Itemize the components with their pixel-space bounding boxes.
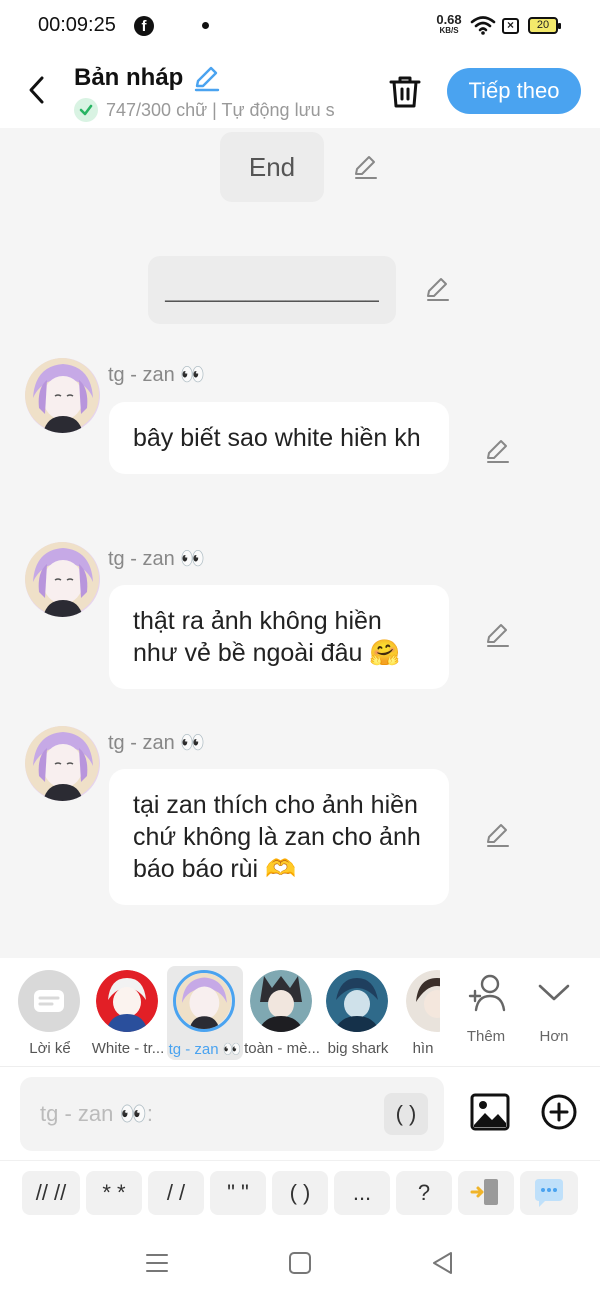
no-sim-icon: × <box>502 18 519 34</box>
word-count-status: 747/300 chữ | Tự động lưu s <box>106 100 335 120</box>
device-transfer-button[interactable] <box>458 1171 514 1215</box>
add-icon[interactable] <box>540 1093 578 1131</box>
trash-icon[interactable] <box>386 72 424 110</box>
header: Bản nháp 747/300 chữ | Tự động lưu s Tiế… <box>0 54 600 128</box>
message-bubble[interactable]: tại zan thích cho ảnh hiền chứ không là … <box>109 769 449 905</box>
character-label: White - tr... <box>91 1040 165 1057</box>
add-person-icon <box>468 974 506 1012</box>
character-label: toàn - mè... <box>244 1040 320 1057</box>
character-bar: Lời kể White - tr... tg - zan 👀 toàn - m… <box>0 958 600 1066</box>
message-input-placeholder: tg - zan 👀: <box>40 1101 153 1126</box>
back-button[interactable] <box>22 70 52 110</box>
device-transfer-icon <box>470 1179 498 1205</box>
next-button[interactable]: Tiếp theo <box>447 68 581 114</box>
avatar <box>326 970 388 1032</box>
shortcut-button[interactable]: ? <box>396 1171 452 1215</box>
shortcut-button[interactable]: ... <box>334 1171 390 1215</box>
page-title: Bản nháp <box>74 64 184 91</box>
avatar <box>250 970 312 1032</box>
shortcut-button[interactable]: " " <box>210 1171 266 1215</box>
menu-icon[interactable] <box>144 1250 170 1276</box>
edit-title-icon[interactable] <box>192 64 220 92</box>
add-character-label: Thêm <box>466 1028 506 1045</box>
parentheses-button[interactable]: ( ) <box>384 1093 428 1135</box>
edit-icon[interactable] <box>484 622 510 648</box>
sender-name: tg - zan 👀 <box>108 732 206 754</box>
character-label: tg - zan 👀 <box>168 1041 242 1058</box>
message-bubble[interactable]: bây biết sao white hiền kh <box>109 402 449 474</box>
avatar <box>96 970 158 1032</box>
status-bar: 00:09:25 f 0.68 KB/S × 20 <box>0 0 600 54</box>
end-bubble[interactable]: End <box>220 132 324 202</box>
edit-icon[interactable] <box>484 438 510 464</box>
system-nav-bar <box>0 1226 600 1300</box>
format-shortcuts: // // * * / / " " ( ) ... ? <box>0 1160 600 1226</box>
avatar <box>406 970 440 1032</box>
character-label: Lời kể <box>29 1040 71 1057</box>
image-icon[interactable] <box>470 1093 510 1131</box>
network-speed: 0.68 KB/S <box>434 12 464 36</box>
back-nav-icon[interactable] <box>430 1250 456 1276</box>
sender-name: tg - zan 👀 <box>108 364 206 386</box>
more-button[interactable]: Hơn <box>522 970 586 1050</box>
character-tg-zan[interactable]: tg - zan 👀 <box>167 966 243 1060</box>
notification-dot-icon <box>202 22 209 29</box>
character-toan[interactable]: toàn - mè... <box>244 966 320 1060</box>
chevron-down-icon <box>538 984 570 1001</box>
edit-icon[interactable] <box>352 154 378 180</box>
battery-icon: 20 <box>528 17 561 34</box>
facebook-icon: f <box>134 16 154 36</box>
shortcut-button[interactable]: ( ) <box>272 1171 328 1215</box>
shortcut-button[interactable]: // // <box>22 1171 80 1215</box>
avatar <box>173 970 235 1032</box>
separator-bubble[interactable]: ________________ <box>148 256 396 324</box>
edit-icon[interactable] <box>484 822 510 848</box>
edit-icon[interactable] <box>424 276 450 302</box>
character-big-shark[interactable]: big shark <box>320 966 396 1060</box>
shortcut-button[interactable]: * * <box>86 1171 142 1215</box>
character-label: big shark <box>327 1040 389 1057</box>
character-narrator[interactable]: Lời kể <box>12 966 88 1060</box>
message-input[interactable]: tg - zan 👀: ( ) <box>20 1077 444 1151</box>
sender-name: tg - zan 👀 <box>108 548 206 570</box>
narrator-icon <box>18 970 80 1032</box>
wifi-icon <box>470 16 496 35</box>
avatar[interactable] <box>25 542 100 617</box>
message-bubble[interactable]: thật ra ảnh không hiền như vẻ bề ngoài đ… <box>109 585 449 689</box>
avatar[interactable] <box>25 358 100 433</box>
shortcut-button[interactable]: / / <box>148 1171 204 1215</box>
character-partial[interactable]: hìn <box>398 966 440 1060</box>
home-icon[interactable] <box>287 1250 313 1276</box>
avatar[interactable] <box>25 726 100 801</box>
more-label: Hơn <box>539 1028 569 1045</box>
character-white[interactable]: White - tr... <box>90 966 166 1060</box>
chat-bubble-icon <box>535 1179 563 1207</box>
network-speed-value: 0.68 <box>436 12 462 27</box>
check-icon <box>74 98 98 122</box>
add-character-button[interactable]: Thêm <box>454 970 518 1050</box>
status-time: 00:09:25 <box>38 14 116 36</box>
input-row: tg - zan 👀: ( ) <box>0 1066 600 1160</box>
chat-bubble-button[interactable] <box>520 1171 578 1215</box>
character-label: hìn <box>412 1040 434 1057</box>
